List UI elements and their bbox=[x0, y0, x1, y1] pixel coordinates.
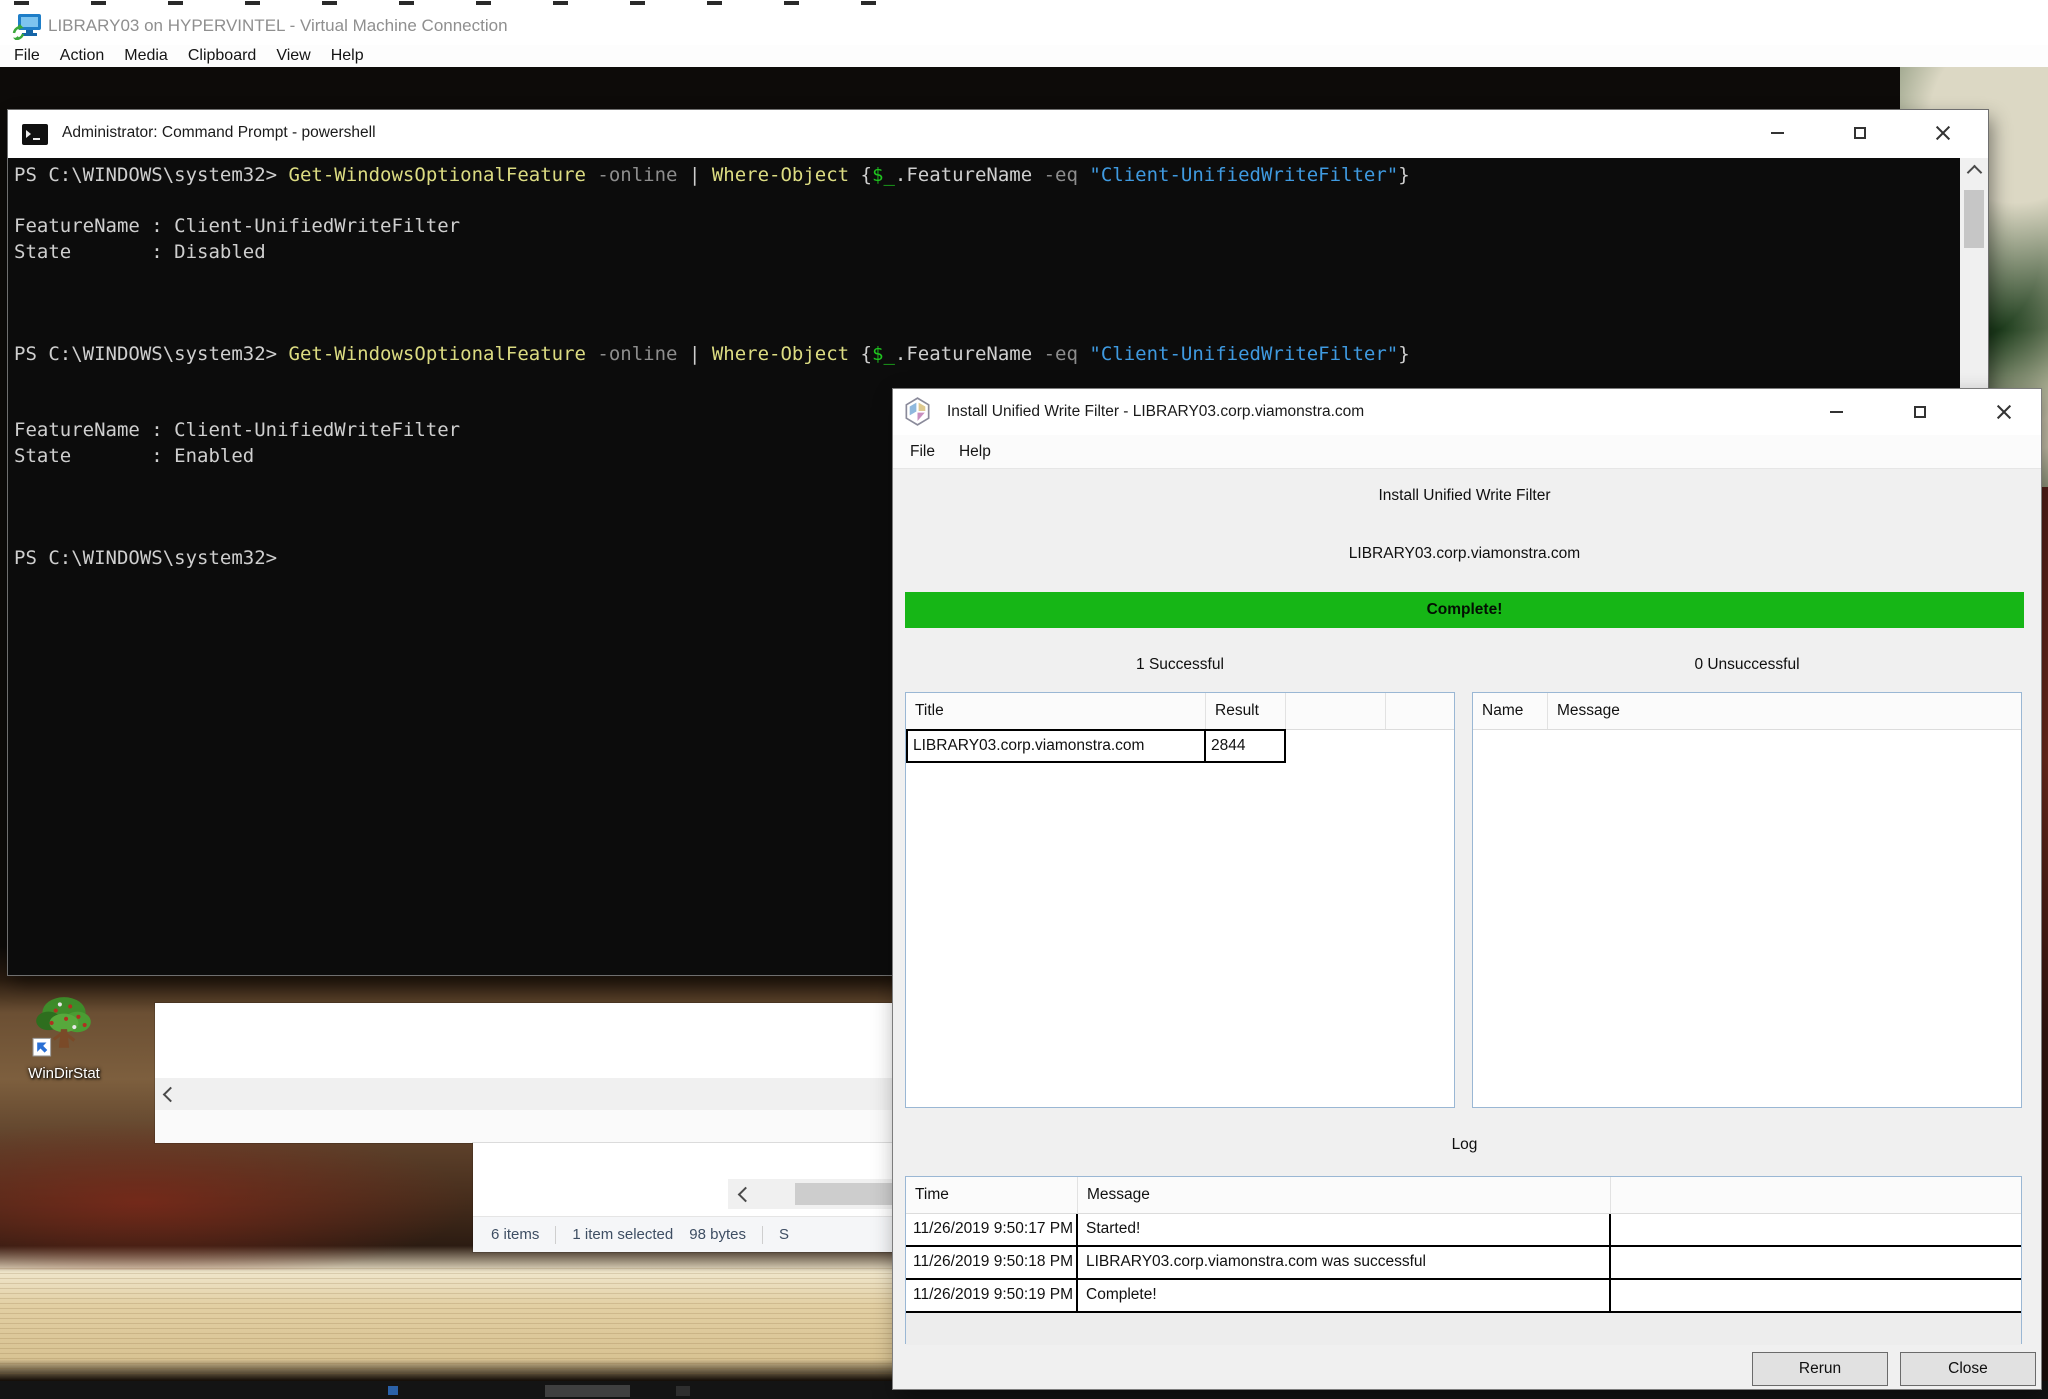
scrollbar-thumb[interactable] bbox=[795, 1183, 893, 1205]
close-icon bbox=[1935, 125, 1951, 141]
dialog-title: Install Unified Write Filter - LIBRARY03… bbox=[947, 403, 1364, 421]
host-menubar: FileActionMediaClipboardViewHelp bbox=[0, 45, 2048, 67]
column-header-result[interactable]: Result bbox=[1206, 693, 1286, 729]
success-table-header: Title Result bbox=[906, 693, 1454, 730]
success-table[interactable]: Title Result LIBRARY03.corp.viamonstra.c… bbox=[905, 692, 1455, 1108]
log-row[interactable]: 11/26/2019 9:50:18 PMLIBRARY03.corp.viam… bbox=[906, 1247, 2021, 1280]
maximize-icon bbox=[1854, 127, 1866, 139]
taskbar-icon[interactable] bbox=[676, 1386, 690, 1396]
command-prompt-icon bbox=[22, 124, 48, 145]
host-menu-clipboard[interactable]: Clipboard bbox=[178, 45, 266, 67]
column-header-log-message[interactable]: Message bbox=[1078, 1177, 1611, 1213]
rerun-button[interactable]: Rerun bbox=[1752, 1352, 1888, 1386]
successful-count-label: 1 Successful bbox=[905, 656, 1455, 674]
log-row[interactable]: 11/26/2019 9:50:17 PMStarted! bbox=[906, 1214, 2021, 1247]
minimize-icon bbox=[1830, 411, 1843, 413]
status-separator bbox=[762, 1226, 763, 1244]
dialog-menu-help[interactable]: Help bbox=[947, 443, 1003, 461]
console-line: FeatureName : Client-UnifiedWriteFilter bbox=[14, 214, 1960, 240]
windirstat-tree-icon bbox=[31, 992, 97, 1058]
taskbar-icon[interactable] bbox=[545, 1385, 630, 1397]
close-button[interactable]: Close bbox=[1900, 1352, 2036, 1386]
host-menu-view[interactable]: View bbox=[266, 45, 320, 67]
log-row[interactable]: 11/26/2019 9:50:19 PMComplete! bbox=[906, 1280, 2021, 1313]
success-row-title: LIBRARY03.corp.viamonstra.com bbox=[906, 729, 1206, 763]
dialog-maximize-button[interactable] bbox=[1897, 389, 1943, 435]
console-line bbox=[14, 265, 1960, 291]
close-icon bbox=[1996, 404, 2012, 420]
scroll-left-icon[interactable] bbox=[163, 1087, 179, 1103]
explorer-statusbar-window: 6 items 1 item selected 98 bytes S bbox=[473, 1143, 893, 1252]
scrollbar-thumb[interactable] bbox=[1964, 190, 1984, 248]
explorer-statusbar: 6 items 1 item selected 98 bytes S bbox=[473, 1216, 893, 1252]
scroll-left-icon[interactable] bbox=[738, 1187, 754, 1203]
console-titlebar[interactable]: Administrator: Command Prompt - powershe… bbox=[8, 110, 1988, 158]
console-line bbox=[14, 316, 1960, 342]
console-line: PS C:\WINDOWS\system32> Get-WindowsOptio… bbox=[14, 163, 1960, 189]
horizontal-scrollbar[interactable] bbox=[155, 1078, 893, 1110]
desktop-background-book-pages bbox=[0, 1268, 900, 1378]
console-line bbox=[14, 291, 1960, 317]
console-line: PS C:\WINDOWS\system32> Get-WindowsOptio… bbox=[14, 342, 1960, 368]
console-maximize-button[interactable] bbox=[1837, 110, 1883, 156]
taskbar-icon[interactable] bbox=[388, 1386, 398, 1395]
vmconnect-titlebar[interactable]: LIBRARY03 on HYPERVINTEL - Virtual Machi… bbox=[0, 7, 2048, 45]
app-hexagon-icon bbox=[904, 397, 931, 426]
status-separator bbox=[555, 1226, 556, 1244]
log-section-label: Log bbox=[905, 1136, 2024, 1154]
log-table[interactable]: Time Message 11/26/2019 9:50:17 PMStarte… bbox=[905, 1176, 2022, 1344]
success-table-row[interactable]: LIBRARY03.corp.viamonstra.com 2844 bbox=[906, 729, 1286, 763]
desktop-shortcut-windirstat[interactable]: WinDirStat bbox=[14, 992, 114, 1082]
status-banner: Complete! bbox=[905, 592, 2024, 628]
target-host-label: LIBRARY03.corp.viamonstra.com bbox=[905, 545, 2024, 563]
status-item: S bbox=[779, 1226, 789, 1243]
maximize-icon bbox=[1914, 406, 1926, 418]
column-header-empty[interactable] bbox=[1286, 693, 1386, 729]
column-header-title[interactable]: Title bbox=[906, 693, 1206, 729]
console-window-title: Administrator: Command Prompt - powershe… bbox=[62, 124, 376, 142]
console-minimize-button[interactable] bbox=[1754, 110, 1800, 156]
install-uwf-dialog: Install Unified Write Filter - LIBRARY03… bbox=[893, 389, 2041, 1389]
host-menu-action[interactable]: Action bbox=[50, 45, 114, 67]
host-menu-file[interactable]: File bbox=[4, 45, 50, 67]
column-header-message[interactable]: Message bbox=[1548, 693, 2021, 729]
host-menu-media[interactable]: Media bbox=[114, 45, 178, 67]
console-close-button[interactable] bbox=[1920, 110, 1966, 156]
dialog-minimize-button[interactable] bbox=[1813, 389, 1859, 435]
shortcut-label: WinDirStat bbox=[14, 1065, 114, 1082]
panel-footer bbox=[155, 1110, 893, 1143]
success-row-result: 2844 bbox=[1206, 729, 1286, 763]
log-table-footer bbox=[906, 1313, 2021, 1345]
unsuccessful-count-label: 0 Unsuccessful bbox=[1472, 656, 2022, 674]
host-menu-help[interactable]: Help bbox=[321, 45, 374, 67]
console-line: State : Disabled bbox=[14, 240, 1960, 266]
status-item: 98 bytes bbox=[689, 1226, 746, 1243]
dialog-menubar: FileHelp bbox=[893, 435, 2041, 469]
screen: WinDirStat 6 items 1 item selected 98 byte… bbox=[0, 0, 2048, 1399]
toolbar-icon-slivers bbox=[14, 1, 894, 5]
dialog-menu-file[interactable]: File bbox=[898, 443, 947, 461]
failure-table-header: Name Message bbox=[1473, 693, 2021, 730]
log-table-body: 11/26/2019 9:50:17 PMStarted!11/26/2019 … bbox=[906, 1214, 2021, 1313]
log-table-header: Time Message bbox=[906, 1177, 2021, 1214]
console-line bbox=[14, 189, 1960, 215]
minimize-icon bbox=[1771, 132, 1784, 134]
dialog-titlebar[interactable]: Install Unified Write Filter - LIBRARY03… bbox=[893, 389, 2041, 435]
host-window-title: LIBRARY03 on HYPERVINTEL - Virtual Machi… bbox=[48, 16, 508, 36]
dialog-close-button[interactable] bbox=[1981, 389, 2027, 435]
failure-table[interactable]: Name Message bbox=[1472, 692, 2022, 1108]
status-item: 6 items bbox=[491, 1226, 539, 1243]
explorer-window-partial bbox=[155, 1003, 893, 1143]
hyperv-vm-icon bbox=[12, 13, 42, 40]
dialog-heading: Install Unified Write Filter bbox=[905, 487, 2024, 505]
column-header-time[interactable]: Time bbox=[906, 1177, 1078, 1213]
scroll-up-icon[interactable] bbox=[1960, 158, 1988, 186]
column-header-name[interactable]: Name bbox=[1473, 693, 1548, 729]
status-item: 1 item selected bbox=[572, 1226, 673, 1243]
